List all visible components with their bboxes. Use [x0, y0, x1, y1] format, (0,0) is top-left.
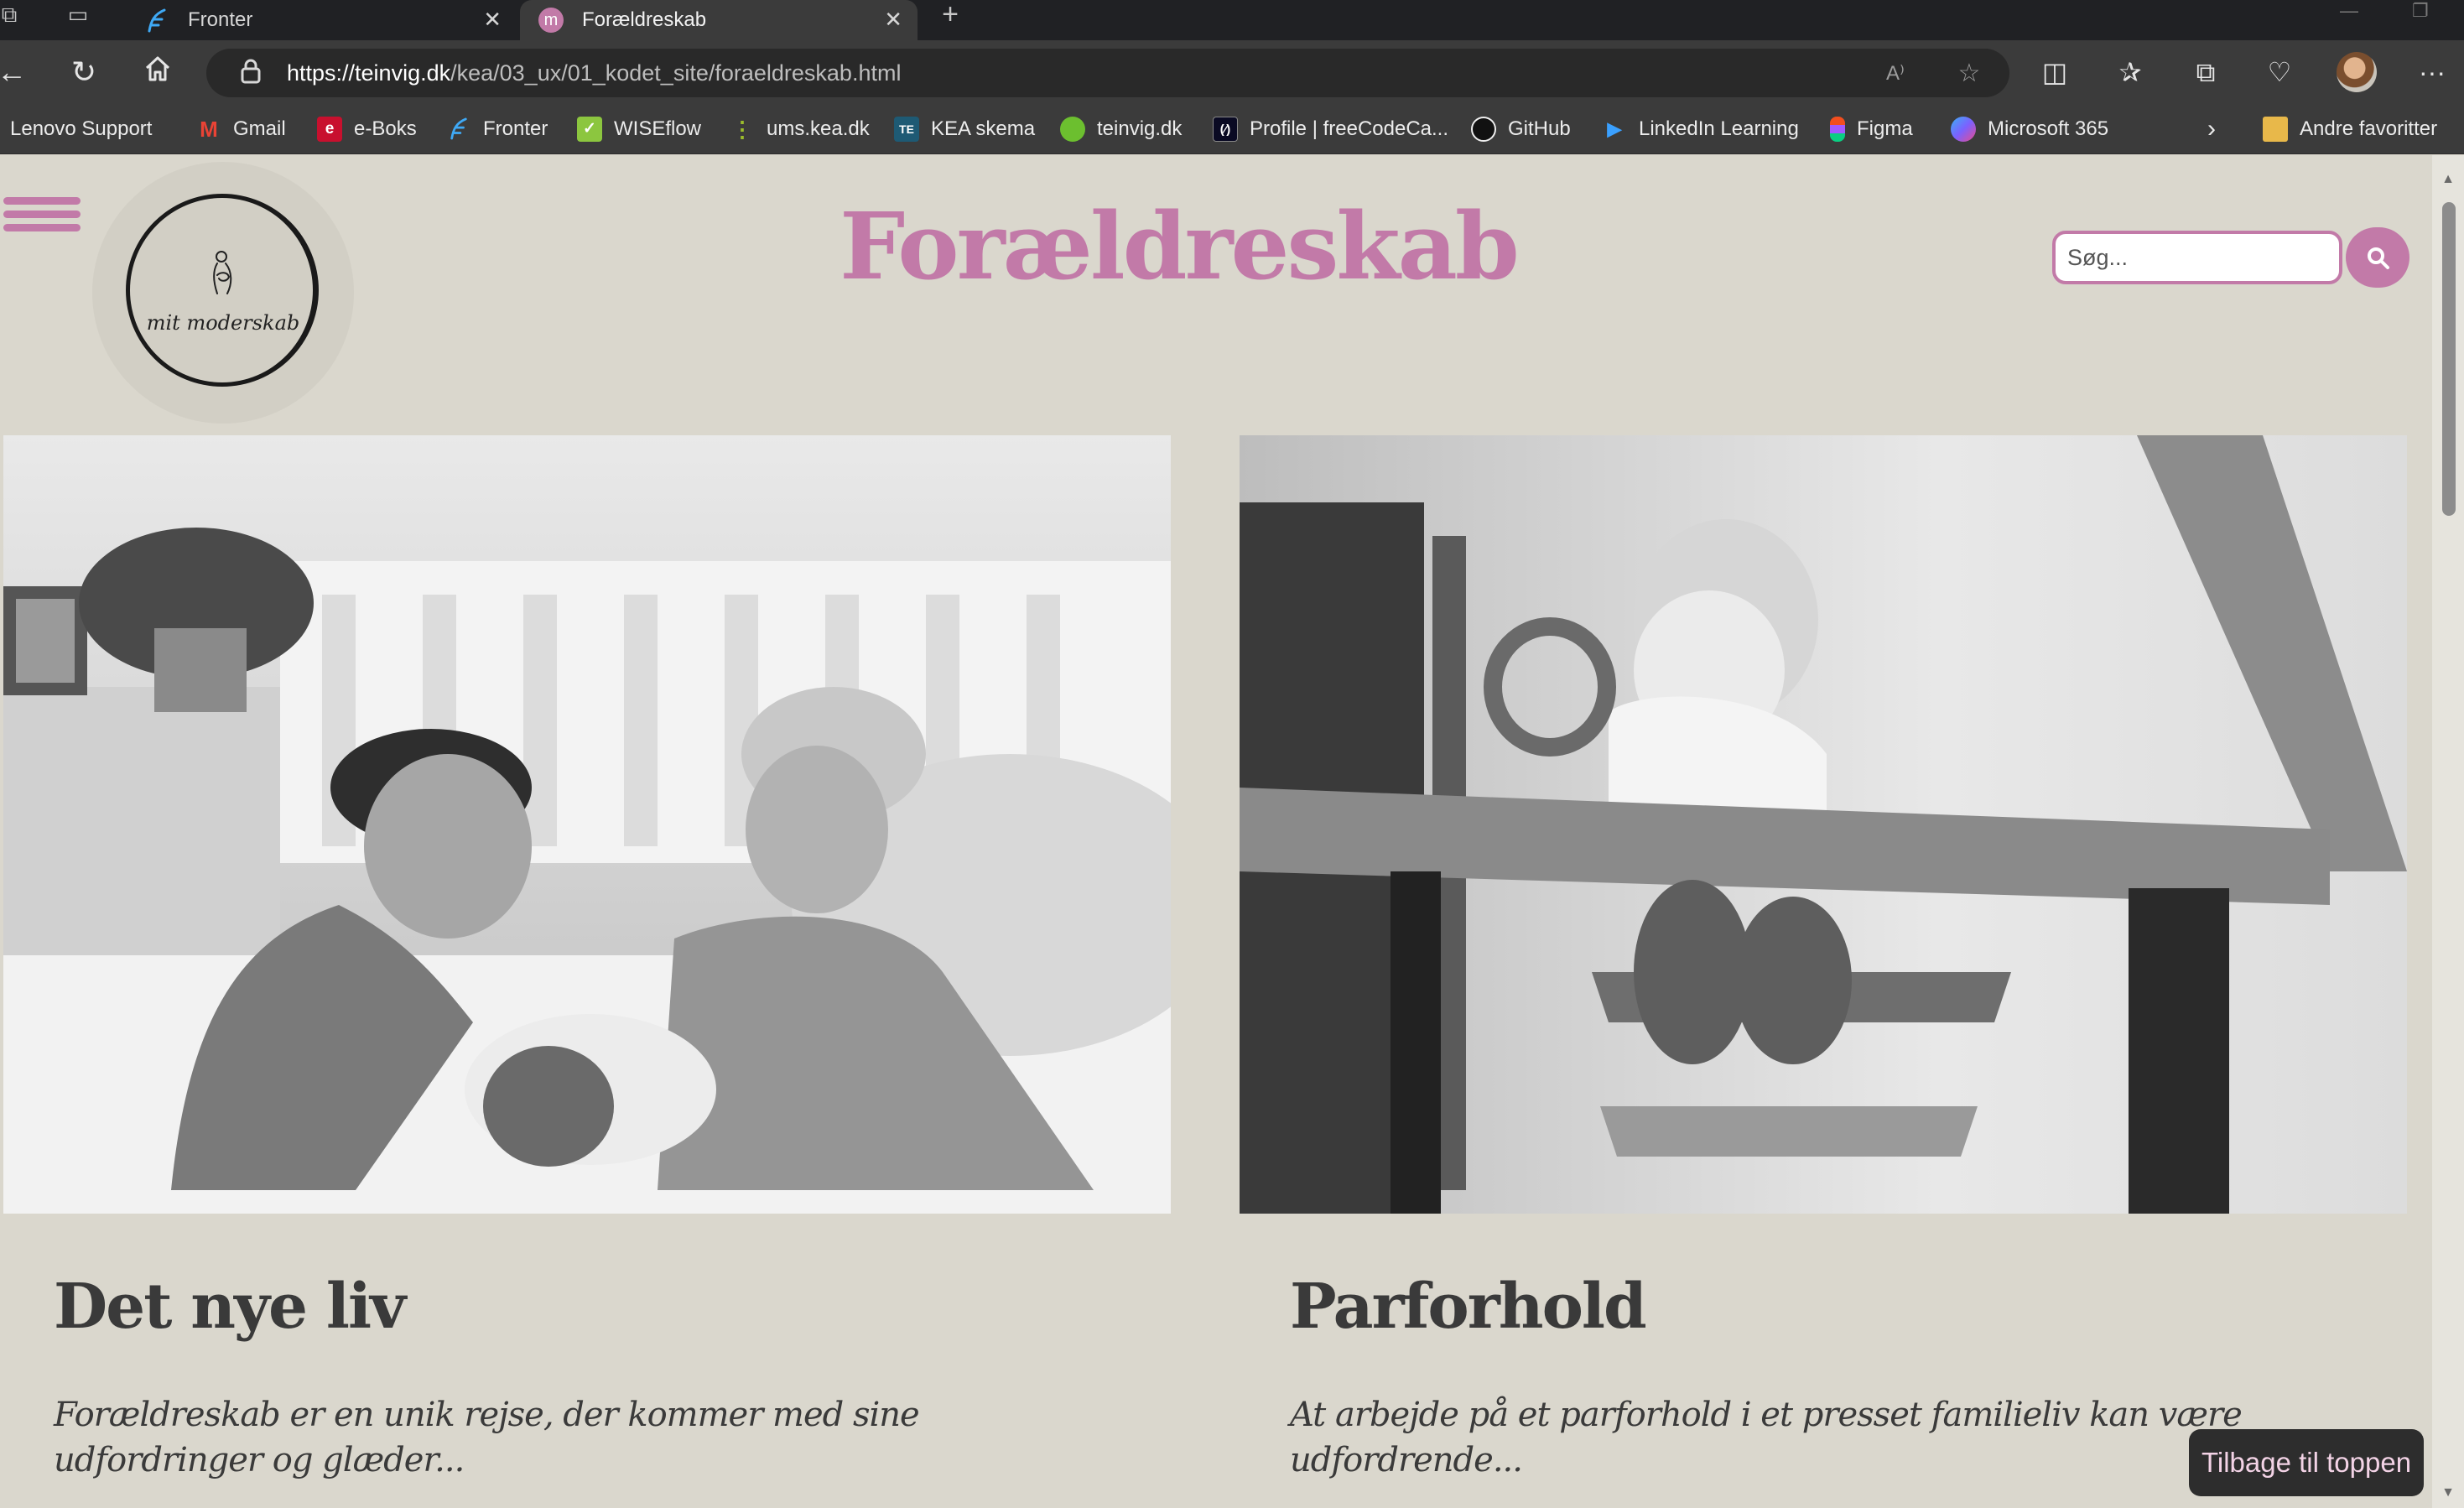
tab-fronter[interactable]: Fronter ✕	[126, 0, 517, 40]
split-screen-icon[interactable]: ◫	[2038, 55, 2072, 89]
tab-title: Forældreskab	[582, 8, 707, 31]
bookmark-figma[interactable]: Figma	[1830, 114, 1913, 144]
search-input[interactable]	[2052, 231, 2342, 284]
read-aloud-icon[interactable]: A⁾	[1880, 59, 1910, 89]
refresh-icon[interactable]: ↻	[65, 54, 102, 91]
card-title[interactable]: Parforhold	[1290, 1271, 1647, 1343]
card-excerpt: Forældreskab er en unik rejse, der komme…	[54, 1396, 920, 1479]
restore-icon[interactable]: ❐	[2412, 0, 2429, 25]
bookmark-e-boks[interactable]: e e-Boks	[317, 114, 417, 144]
wiseflow-icon: ✓	[577, 117, 602, 142]
favorites-icon[interactable]: ✰	[2113, 55, 2147, 89]
bookmark-teinvig[interactable]: teinvig.dk	[1060, 114, 1182, 144]
m-favicon: m	[538, 8, 564, 33]
scroll-up-icon[interactable]: ▲	[2441, 172, 2456, 187]
url-text[interactable]: https://teinvig.dk/kea/03_ux/01_kodet_si…	[287, 60, 901, 86]
search-icon	[2368, 247, 2389, 269]
ums-icon: ⋮	[731, 117, 753, 142]
figma-icon	[1830, 117, 1845, 142]
parents-with-baby-photo	[3, 435, 1171, 1214]
favorite-star-icon[interactable]: ☆	[1954, 59, 1984, 89]
bookmark-wiseflow[interactable]: ✓ WISEflow	[577, 114, 701, 144]
browser-essentials-icon[interactable]: ♡	[2263, 55, 2296, 89]
fronter-icon	[446, 117, 471, 142]
card-image-new-life[interactable]	[3, 435, 1171, 1214]
collections-icon[interactable]: ⧉	[2189, 55, 2222, 89]
page-title: Forældreskab	[840, 192, 1520, 300]
logo-text: mit moderskab	[146, 311, 300, 335]
eboks-icon: e	[317, 117, 342, 142]
new-tab-icon[interactable]: +	[938, 0, 963, 29]
address-bar[interactable]: https://teinvig.dk/kea/03_ux/01_kodet_si…	[206, 49, 2009, 97]
bookmark-ums-kea[interactable]: ⋮ ums.kea.dk	[730, 114, 870, 144]
close-tab-icon[interactable]: ✕	[884, 7, 902, 33]
back-icon[interactable]: ←	[0, 54, 30, 91]
scrollbar[interactable]: ▲ ▼	[2432, 155, 2464, 1508]
microsoft365-icon	[1951, 117, 1976, 142]
bookmarks-bar: Lenovo Support M Gmail e e-Boks Fronter ✓ W…	[0, 104, 2464, 154]
bookmark-lenovo-support[interactable]: Lenovo Support	[0, 114, 152, 144]
lock-icon[interactable]	[237, 59, 265, 87]
bookmark-fronter[interactable]: Fronter	[446, 114, 548, 144]
more-options-icon[interactable]: ···	[2415, 55, 2449, 89]
teinvig-icon	[1060, 117, 1085, 142]
browser-tab-bar: ⧉ ▭ Fronter ✕ m Forældreskab ✕ + — ❐	[0, 0, 2464, 40]
kea-skema-icon: TE	[894, 117, 919, 142]
back-to-top-button[interactable]: Tilbage til toppen	[2189, 1429, 2424, 1496]
more-bookmarks-chevron-icon[interactable]: ›	[2207, 114, 2216, 144]
bookmark-microsoft-365[interactable]: Microsoft 365	[1951, 114, 2108, 144]
bookmark-gmail[interactable]: M Gmail	[196, 114, 286, 144]
close-tab-icon[interactable]: ✕	[483, 7, 502, 33]
bookmark-linkedin-learning[interactable]: ▶ LinkedIn Learning	[1602, 114, 1799, 144]
page-viewport: mit moderskab Forældreskab Søg... Det ny…	[0, 155, 2432, 1508]
scroll-thumb[interactable]	[2442, 202, 2456, 516]
card-excerpt: At arbejde på et parforhold i et presset…	[1290, 1396, 2243, 1479]
card-title[interactable]: Det nye liv	[54, 1271, 406, 1343]
search-button[interactable]	[2346, 227, 2409, 288]
linkedin-learning-icon: ▶	[1607, 118, 1622, 139]
freecodecamp-icon: (⁄)	[1213, 117, 1238, 142]
card-image-relationship[interactable]	[1240, 435, 2407, 1214]
gmail-icon: M	[200, 117, 218, 142]
profile-avatar[interactable]	[2337, 52, 2377, 92]
github-icon	[1471, 117, 1496, 142]
browser-toolbar: ← ↻ https://teinvig.dk/kea/03_ux/01_kode…	[0, 40, 2464, 104]
scroll-down-icon[interactable]: ▼	[2441, 1485, 2456, 1500]
url-path: /kea/03_ux/01_kodet_site/foraeldreskab.h…	[450, 60, 902, 86]
tab-foraeldreskab[interactable]: m Forældreskab ✕	[520, 0, 918, 40]
bookmark-other-favorites[interactable]: Andre favoritter	[2263, 114, 2437, 144]
minimize-icon[interactable]: —	[2340, 0, 2358, 25]
tab-actions-icon[interactable]: ▭	[65, 2, 91, 27]
bookmark-github[interactable]: GitHub	[1471, 114, 1571, 144]
folder-icon	[2263, 117, 2288, 142]
baby-at-table-photo	[1240, 435, 2407, 1214]
fronter-icon	[144, 8, 169, 33]
url-domain: https://teinvig.dk	[287, 60, 451, 86]
bookmark-freecodecamp[interactable]: (⁄) Profile | freeCodeCa...	[1213, 114, 1448, 144]
bookmark-kea-skema[interactable]: TE KEA skema	[894, 114, 1035, 144]
tab-title: Fronter	[188, 8, 253, 31]
workspaces-icon[interactable]: ⧉	[0, 2, 22, 27]
home-icon[interactable]	[139, 54, 176, 91]
